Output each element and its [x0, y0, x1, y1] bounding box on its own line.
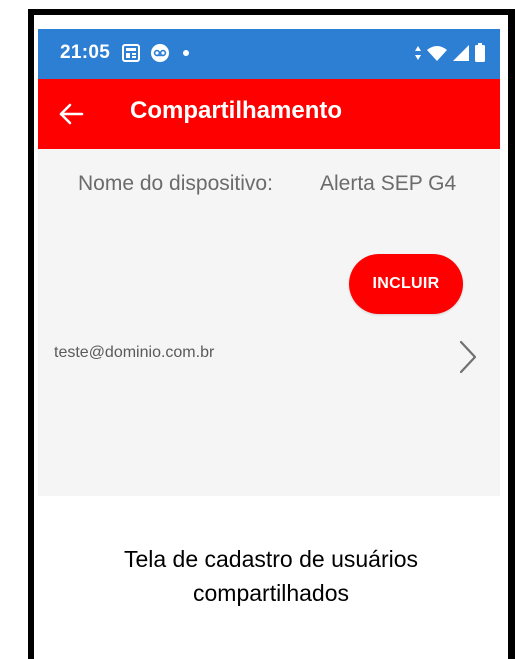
status-icons-right: [414, 41, 486, 65]
caption-line-1: Tela de cadastro de usuários: [123, 546, 419, 572]
voicemail-icon: [151, 44, 169, 62]
figure-caption: Tela de cadastro de usuários compartilha…: [34, 542, 508, 610]
include-button-label: INCLUIR: [372, 275, 440, 292]
chevron-right-icon[interactable]: [456, 337, 480, 377]
frame-border-top: [28, 9, 515, 15]
include-button[interactable]: INCLUIR: [349, 254, 463, 314]
phone-screen: 21:05 Compartilhamento Nome do dispositi…: [38, 29, 500, 496]
device-name-label: Nome do dispositivo:: [78, 172, 273, 195]
status-bar: 21:05: [38, 29, 500, 79]
signal-icon: [453, 45, 469, 61]
arrow-left-icon[interactable]: [56, 99, 86, 129]
status-time: 21:05: [60, 42, 111, 63]
device-name-value: Alerta SEP G4: [320, 172, 457, 195]
user-email: teste@dominio.com.br: [54, 344, 215, 361]
document-frame: 21:05 Compartilhamento Nome do dispositi…: [0, 0, 515, 659]
status-icons-left: [122, 42, 192, 64]
news-icon: [122, 44, 140, 62]
app-bar: Compartilhamento: [38, 79, 500, 149]
battery-icon: [475, 43, 485, 62]
dot-icon: [183, 50, 189, 56]
data-arrows-icon: [415, 46, 421, 60]
wifi-icon: [427, 46, 447, 61]
caption-line-2: compartilhados: [193, 580, 349, 606]
frame-border-right: [508, 9, 515, 659]
device-info: Nome do dispositivo: Alerta SEP G4: [38, 172, 500, 208]
list-item[interactable]: teste@dominio.com.br: [38, 337, 500, 383]
page-title: Compartilhamento: [130, 97, 343, 124]
